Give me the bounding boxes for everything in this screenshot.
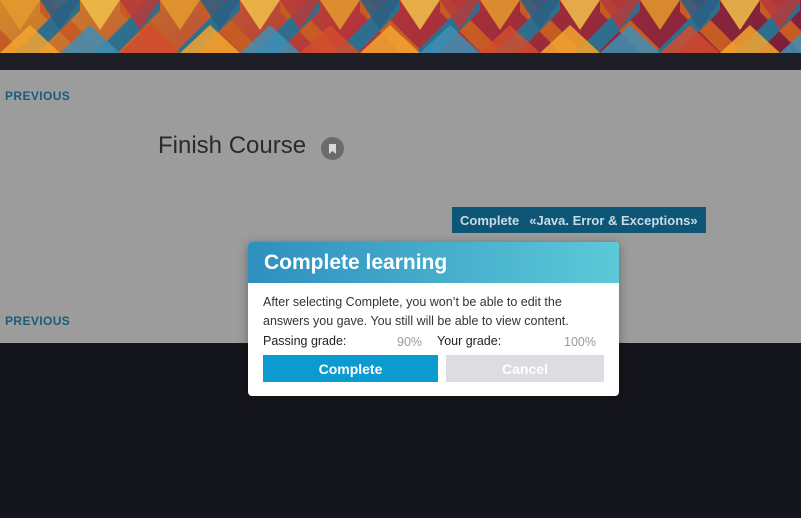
dialog-message: After selecting Complete, you won’t be a…	[263, 295, 569, 328]
banner-divider	[0, 53, 801, 70]
previous-link-bottom[interactable]: PREVIOUS	[5, 314, 70, 328]
dialog-header: Complete learning	[248, 242, 619, 283]
header-banner	[0, 0, 801, 53]
your-grade-label: Your grade:	[437, 334, 502, 348]
your-grade-value: 100%	[564, 335, 596, 349]
dialog-complete-button[interactable]: Complete	[263, 355, 438, 382]
banner-pattern	[0, 0, 801, 53]
complete-course-name: «Java. Error & Exceptions»	[529, 212, 698, 228]
dialog-title: Complete learning	[264, 250, 448, 274]
dialog-cancel-button[interactable]: Cancel	[446, 355, 604, 382]
passing-grade-value: 90%	[397, 335, 423, 349]
grades-row: Passing grade: 90% Your grade: 100%	[263, 334, 604, 350]
previous-link-top[interactable]: PREVIOUS	[5, 89, 70, 103]
complete-course-button[interactable]: Complete «Java. Error & Exceptions»	[452, 207, 706, 233]
bookmark-icon	[329, 143, 336, 154]
complete-course-action: Complete	[460, 212, 520, 228]
bookmark-button[interactable]	[321, 137, 344, 160]
page-title: Finish Course	[158, 132, 307, 159]
passing-grade-label: Passing grade:	[263, 334, 347, 348]
complete-learning-dialog: Complete learning After selecting Comple…	[248, 242, 619, 396]
